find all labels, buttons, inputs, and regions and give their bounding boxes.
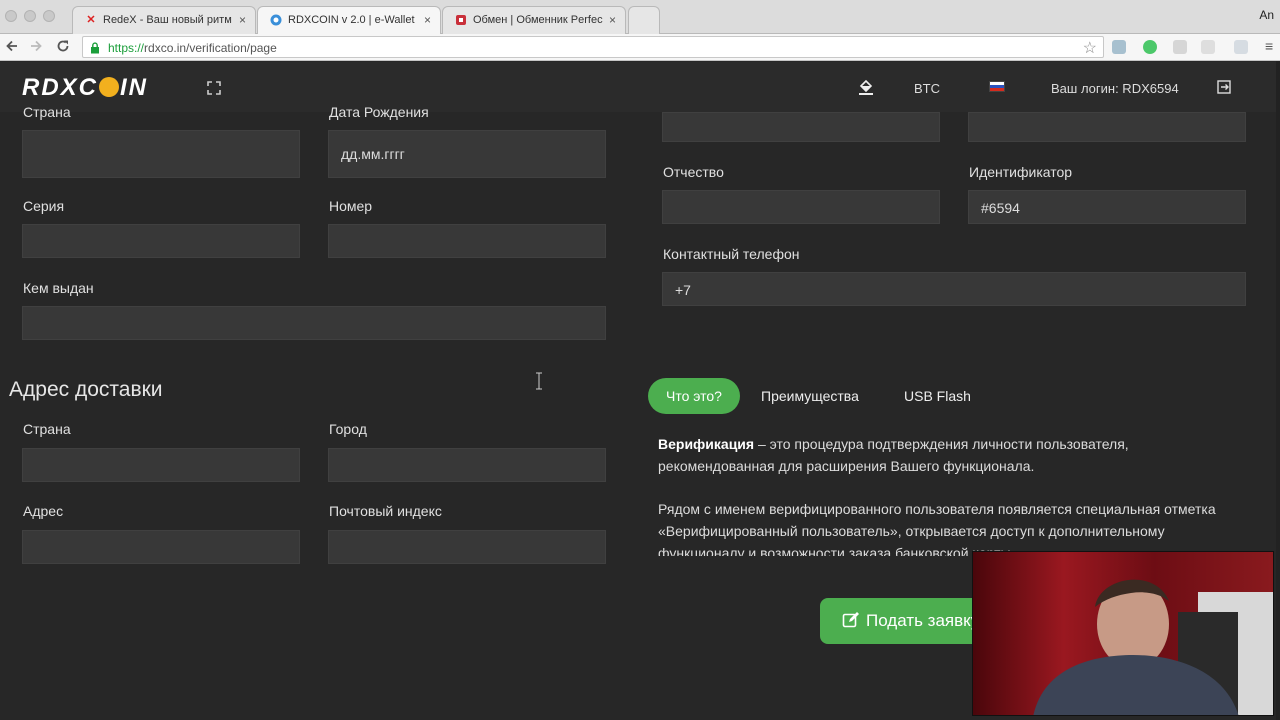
extension-gray-icon[interactable]	[1234, 40, 1248, 54]
back-icon[interactable]	[5, 39, 19, 57]
logout-icon[interactable]	[1216, 79, 1232, 98]
number-field[interactable]	[328, 224, 606, 258]
zip-label: Почтовый индекс	[329, 503, 442, 519]
coin-icon	[99, 77, 120, 97]
redex-x-icon: ✕	[86, 14, 96, 26]
city-field[interactable]	[328, 448, 606, 482]
tab-advantages[interactable]: Преимущества	[749, 378, 871, 414]
reload-icon[interactable]	[56, 39, 70, 57]
webcam-overlay	[972, 551, 1274, 716]
tab-what-is-it[interactable]: Что это?	[648, 378, 740, 414]
identifier-field: #6594	[968, 190, 1246, 224]
extension-gray-icon[interactable]	[1173, 40, 1187, 54]
rdxcoin-logo[interactable]: RDXC IN	[22, 74, 148, 102]
number-label: Номер	[329, 198, 373, 214]
russian-flag-icon[interactable]	[989, 81, 1005, 92]
tab-title: RedeX - Ваш новый ритм	[103, 14, 232, 26]
identifier-label: Идентификатор	[969, 164, 1073, 180]
forward-icon[interactable]	[29, 39, 43, 57]
currency-selector[interactable]: BTC	[914, 81, 940, 96]
browser-tab-redex[interactable]: ✕ RedeX - Ваш новый ритм ×	[72, 6, 256, 34]
app-header: RDXC IN BTC Ваш логин: RDX6594	[0, 62, 1276, 112]
edit-icon	[842, 611, 860, 634]
browser-tab-rdxcoin[interactable]: RDXCOIN v 2.0 | e-Wallet ×	[257, 6, 441, 35]
issued-by-field[interactable]	[22, 306, 606, 340]
tab-title: Обмен | Обменник Perfec	[473, 14, 603, 26]
patronymic-label: Отчество	[663, 164, 724, 180]
submit-label: Подать заявку	[866, 611, 980, 630]
browser-toolbar: https://rdxco.in/verification/page ☆ ≡	[0, 34, 1280, 61]
address-field[interactable]	[22, 530, 300, 564]
info-term: Верификация	[658, 436, 755, 452]
extension-green-icon[interactable]	[1143, 40, 1157, 54]
lock-icon	[90, 41, 100, 54]
theme-fill-icon[interactable]	[857, 78, 875, 99]
info-paragraph-1: Верификация – это процедура подтверждени…	[658, 433, 1218, 477]
birthdate-field[interactable]: дд.мм.гггг	[328, 130, 606, 178]
passport-country-label: Страна	[23, 104, 71, 120]
series-label: Серия	[23, 198, 65, 214]
browser-tab-strip: ✕ RedeX - Ваш новый ритм × RDXCOIN v 2.0…	[0, 0, 1280, 35]
minimize-window-button[interactable]	[24, 10, 36, 22]
bookmark-star-icon[interactable]: ☆	[1083, 38, 1097, 58]
address-bar[interactable]: https://rdxco.in/verification/page ☆	[82, 36, 1104, 58]
user-login[interactable]: Ваш логин: RDX6594	[1051, 81, 1179, 96]
birthdate-label: Дата Рождения	[329, 104, 429, 120]
tab-title: RDXCOIN v 2.0 | e-Wallet	[288, 14, 415, 26]
tab-usb-flash[interactable]: USB Flash	[892, 378, 983, 414]
phone-field[interactable]: +7	[662, 272, 1246, 306]
close-tab-icon[interactable]: ×	[419, 13, 431, 27]
info-paragraph-2: Рядом с именем верифицированного пользов…	[658, 501, 1216, 556]
text-cursor-icon	[536, 372, 542, 390]
name-field[interactable]	[968, 112, 1246, 142]
profile-name[interactable]: An	[1259, 8, 1274, 22]
series-field[interactable]	[22, 224, 300, 258]
close-tab-icon[interactable]: ×	[234, 13, 246, 27]
zip-field[interactable]	[328, 530, 606, 564]
logo-text-right: IN	[120, 74, 149, 101]
url-path: rdxco.in/verification/page	[144, 41, 277, 55]
close-window-button[interactable]	[5, 10, 17, 22]
rdxcoin-icon	[270, 14, 282, 26]
new-tab-button[interactable]	[628, 6, 660, 34]
extension-icon[interactable]	[1112, 40, 1126, 54]
url-scheme: https://	[108, 41, 145, 55]
issued-by-label: Кем выдан	[23, 280, 94, 296]
page-scrollbar[interactable]	[1276, 61, 1280, 720]
close-tab-icon[interactable]: ×	[604, 13, 616, 27]
phone-label: Контактный телефон	[663, 246, 800, 262]
browser-tab-exchange[interactable]: Обмен | Обменник Perfec ×	[442, 6, 626, 34]
delivery-country-label: Страна	[23, 421, 71, 437]
logo-text-left: RDXC	[22, 74, 99, 101]
address-label: Адрес	[23, 503, 64, 519]
presenter-video-frame	[973, 552, 1273, 715]
delivery-section-title: Адрес доставки	[9, 378, 163, 401]
zoom-window-button[interactable]	[43, 10, 55, 22]
passport-country-field[interactable]	[22, 130, 300, 178]
menu-icon[interactable]: ≡	[1265, 38, 1273, 54]
patronymic-field[interactable]	[662, 190, 940, 224]
submit-application-button[interactable]: Подать заявку	[820, 598, 990, 644]
exchange-icon	[455, 14, 467, 26]
city-label: Город	[329, 421, 367, 437]
fullscreen-icon[interactable]	[207, 81, 221, 98]
surname-field[interactable]	[662, 112, 940, 142]
delivery-country-field[interactable]	[22, 448, 300, 482]
extension-gray-icon[interactable]	[1201, 40, 1215, 54]
url-text: https://rdxco.in/verification/page	[108, 41, 277, 55]
